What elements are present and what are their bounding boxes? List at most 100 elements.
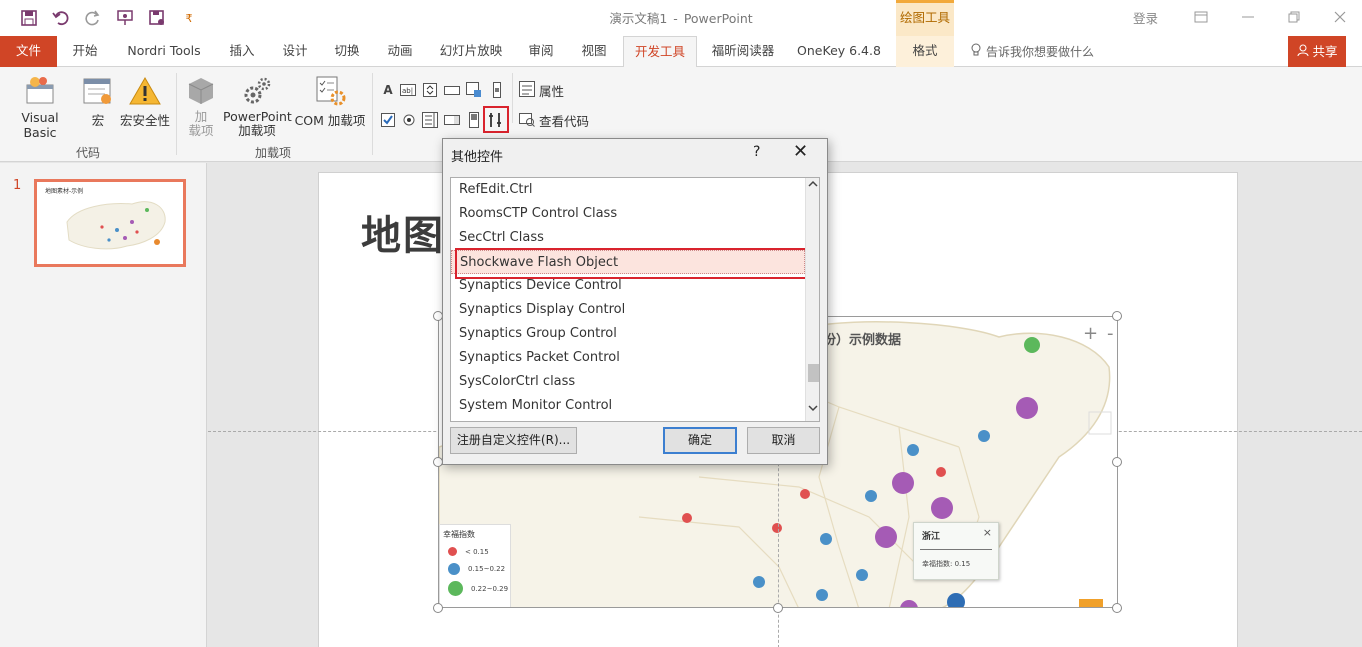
scrollbar-control-icon[interactable] xyxy=(489,82,505,98)
controls-listbox[interactable]: RefEdit.Ctrl RoomsCTP Control Class SecC… xyxy=(450,177,820,422)
list-item[interactable]: RefEdit.Ctrl xyxy=(451,178,805,202)
macros-button[interactable]: 宏 xyxy=(80,75,116,129)
undo-icon[interactable] xyxy=(50,8,72,28)
tab-home[interactable]: 开始 xyxy=(62,36,108,67)
com-addins-icon xyxy=(313,75,347,107)
ribbon-tab-bar: 文件 开始 Nordri Tools 插入 设计 切换 动画 幻灯片放映 审阅 … xyxy=(0,36,1362,68)
list-item[interactable]: SecCtrl Class xyxy=(451,226,805,250)
warning-icon xyxy=(128,75,162,107)
svg-text:ab|: ab| xyxy=(402,87,413,95)
resize-handle[interactable] xyxy=(433,603,443,613)
textbox-control-icon[interactable]: ab| xyxy=(400,82,416,98)
help-icon[interactable]: ? xyxy=(753,144,760,160)
save-icon[interactable] xyxy=(18,8,40,28)
view-code-label: 查看代码 xyxy=(539,114,590,129)
com-addins-button[interactable]: COM 加载项 xyxy=(293,75,367,129)
list-item[interactable]: Synaptics Group Control xyxy=(451,322,805,346)
view-code-button[interactable]: 查看代码 xyxy=(519,111,589,130)
scroll-down-icon[interactable] xyxy=(808,404,818,415)
option-button-icon[interactable] xyxy=(401,112,417,128)
resize-handle[interactable] xyxy=(773,603,783,613)
tab-insert[interactable]: 插入 xyxy=(222,36,262,67)
tab-review[interactable]: 审阅 xyxy=(521,36,561,67)
tab-onekey[interactable]: OneKey 6.4.8 xyxy=(790,36,888,67)
visual-basic-button[interactable]: Visual Basic xyxy=(5,75,75,140)
tab-foxit-reader[interactable]: 福昕阅读器 xyxy=(704,36,782,67)
tab-design[interactable]: 设计 xyxy=(275,36,315,67)
tab-view[interactable]: 视图 xyxy=(574,36,614,67)
listbox-control-icon[interactable] xyxy=(422,112,438,128)
checkbox-control-icon[interactable] xyxy=(380,112,396,128)
tell-me-label: 告诉我你想要做什么 xyxy=(986,45,1095,59)
scroll-thumb[interactable] xyxy=(808,364,819,382)
legend-item: < 0.15 xyxy=(448,547,489,556)
group-label-code: 代码 xyxy=(76,146,101,160)
share-button[interactable]: 共享 xyxy=(1288,36,1346,67)
customize-qat-icon[interactable]: ₹ xyxy=(178,8,200,28)
slide-thumbnail[interactable]: 地图素材-示例 xyxy=(34,179,186,267)
zoom-out-icon[interactable]: - xyxy=(1107,323,1114,344)
view-code-icon xyxy=(519,111,535,130)
close-icon[interactable]: ✕ xyxy=(793,141,808,162)
present-icon[interactable] xyxy=(114,8,136,28)
addins-button[interactable]: 加 载项 xyxy=(184,75,218,138)
properties-label: 属性 xyxy=(539,84,565,99)
macro-security-button[interactable]: 宏安全性 xyxy=(118,75,172,129)
tooltip-close-icon[interactable]: × xyxy=(983,526,992,539)
tab-transitions[interactable]: 切换 xyxy=(327,36,367,67)
tab-slideshow[interactable]: 幻灯片放映 xyxy=(432,36,510,67)
properties-icon xyxy=(519,81,535,100)
legend-item: 0.15~0.22 xyxy=(448,563,505,575)
vertical-guide[interactable] xyxy=(778,443,779,647)
powerpoint-addins-button[interactable]: PowerPoint 加载项 xyxy=(223,75,292,138)
tell-me-box[interactable]: 告诉我你想要做什么 xyxy=(970,43,1094,60)
save-as-icon[interactable] xyxy=(146,8,168,28)
toggle-button-icon[interactable] xyxy=(466,112,482,128)
list-item[interactable]: System Monitor Control xyxy=(451,394,805,418)
properties-button[interactable]: 属性 xyxy=(519,81,564,100)
list-item[interactable]: Synaptics Packet Control xyxy=(451,346,805,370)
tooltip-value: 幸福指数: 0.15 xyxy=(922,560,971,568)
ribbon-display-options-icon[interactable] xyxy=(1187,6,1215,28)
green-dot-icon xyxy=(448,581,463,596)
tab-format[interactable]: 格式 xyxy=(896,36,954,67)
resize-handle[interactable] xyxy=(1112,603,1122,613)
minimize-icon[interactable] xyxy=(1234,6,1262,28)
addins-label-1: 加 xyxy=(194,109,208,124)
ok-button[interactable]: 确定 xyxy=(663,427,737,454)
list-item[interactable]: RoomsCTP Control Class xyxy=(451,202,805,226)
list-scrollbar[interactable] xyxy=(805,178,819,421)
macro-security-label: 宏安全性 xyxy=(119,113,170,128)
scroll-up-icon[interactable] xyxy=(808,180,818,191)
tab-animations[interactable]: 动画 xyxy=(380,36,420,67)
resize-handle[interactable] xyxy=(1112,457,1122,467)
combobox-control-icon[interactable] xyxy=(444,112,460,128)
blue-dot-icon xyxy=(448,563,460,575)
macros-label: 宏 xyxy=(91,113,105,128)
list-item[interactable]: Synaptics Display Control xyxy=(451,298,805,322)
tab-file[interactable]: 文件 xyxy=(0,36,57,67)
com-addins-label: COM 加载项 xyxy=(294,113,366,128)
context-tab-group-label: 绘图工具 xyxy=(896,0,954,36)
redo-icon[interactable] xyxy=(82,8,104,28)
list-item[interactable]: SysColorCtrl class xyxy=(451,370,805,394)
lightbulb-icon xyxy=(970,43,982,60)
slide-title[interactable]: 地图 xyxy=(361,203,445,261)
group-label-addins: 加载项 xyxy=(255,146,292,160)
zoom-in-icon[interactable]: + xyxy=(1083,323,1098,344)
spin-button-icon[interactable] xyxy=(422,82,438,98)
quick-access-toolbar: ₹ xyxy=(18,8,200,28)
sign-in-link[interactable]: 登录 xyxy=(1133,8,1158,27)
image-control-icon[interactable] xyxy=(466,82,482,98)
register-custom-control-button[interactable]: 注册自定义控件(R)... xyxy=(450,427,577,454)
tab-nordri-tools[interactable]: Nordri Tools xyxy=(118,36,210,67)
cancel-button[interactable]: 取消 xyxy=(747,427,820,454)
tab-developer[interactable]: 开发工具 xyxy=(623,36,697,68)
selection-highlight-box xyxy=(455,248,817,279)
restore-icon[interactable] xyxy=(1280,6,1308,28)
close-window-icon[interactable] xyxy=(1326,6,1354,28)
label-control-icon[interactable]: A xyxy=(380,82,396,98)
resize-handle[interactable] xyxy=(1112,311,1122,321)
command-button-icon[interactable] xyxy=(444,82,460,98)
dialog-title: 其他控件 xyxy=(451,150,504,165)
